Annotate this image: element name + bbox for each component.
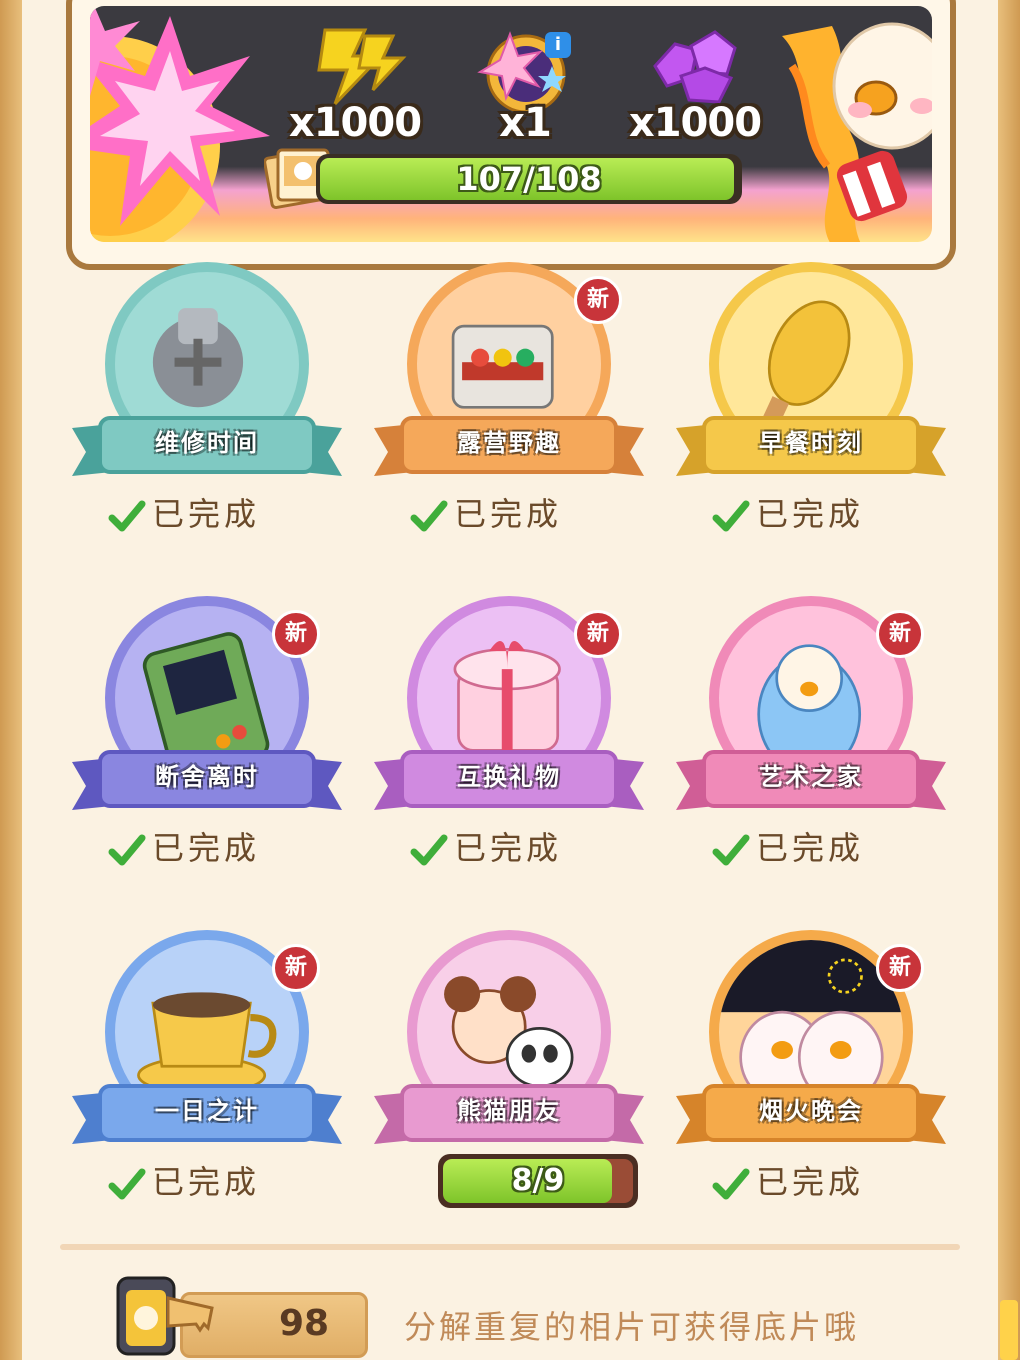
info-icon[interactable]: i [545,32,571,58]
album-card[interactable]: 烟火晚会 新 已完成 [676,930,946,1230]
card-title: 互换礼物 [457,763,561,791]
card-status-text: 已完成 [756,1163,865,1201]
check-icon [108,500,146,532]
duck-mascot-decoration [782,22,932,242]
card-title: 早餐时刻 [759,429,863,457]
film-count: 98 [278,1303,330,1344]
new-badge: 新 [574,610,622,658]
card-title: 一日之计 [155,1097,259,1125]
card-status-text: 已完成 [152,829,261,867]
check-icon [712,1168,750,1200]
check-icon [712,500,750,532]
album-progress-bar: 107/108 [316,154,742,204]
card-status-text: 已完成 [454,829,563,867]
album-card[interactable]: 断舍离时 新 已完成 [72,596,342,896]
check-icon [410,834,448,866]
card-progress-bar: 8/9 [438,1154,638,1208]
card-status-text: 已完成 [152,495,261,533]
album-card[interactable]: 互换礼物 新 已完成 [374,596,644,896]
card-title: 露营野趣 [457,429,561,457]
new-badge: 新 [574,276,622,324]
card-status: 已完成 [410,494,562,534]
decompose-hint: 分解重复的相片可获得底片哦 [404,1308,860,1346]
new-badge: 新 [272,944,320,992]
new-badge: 新 [876,944,924,992]
card-status: 已完成 [108,1162,260,1202]
card-status-text: 已完成 [756,829,865,867]
card-status: 已完成 [712,828,864,868]
reward-gems[interactable]: x1000 [620,26,770,156]
card-status-text: 已完成 [152,1163,261,1201]
card-status: 已完成 [410,828,562,868]
album-card[interactable]: 露营野趣 新 已完成 [374,262,644,562]
card-title: 艺术之家 [759,763,863,791]
card-title: 断舍离时 [155,763,259,791]
album-card[interactable]: 早餐时刻 已完成 [676,262,946,562]
album-card[interactable]: 艺术之家 新 已完成 [676,596,946,896]
frame-right [998,0,1020,1360]
lightning-icon [317,28,407,106]
reward-medal[interactable]: i x1 [450,26,600,156]
album-card[interactable]: 熊猫朋友 8/9 [374,930,644,1230]
reward-count: x1000 [288,100,422,146]
card-status-text: 已完成 [454,495,563,533]
starburst-decoration [90,6,270,242]
album-card[interactable]: 维修时间 已完成 [72,262,342,562]
album-card[interactable]: 一日之计 新 已完成 [72,930,342,1230]
reward-banner-inner: x1000 i x1 x1000 107/108 [90,6,932,242]
reward-count: x1 [499,100,552,146]
card-title: 维修时间 [155,429,259,457]
card-title: 熊猫朋友 [457,1097,561,1125]
check-icon [712,834,750,866]
check-icon [108,834,146,866]
album-progress-text: 107/108 [456,160,602,198]
section-divider [60,1244,960,1250]
card-status: 已完成 [108,494,260,534]
film-roll-icon [116,1276,214,1356]
card-status-text: 已完成 [756,495,865,533]
scroll-handle[interactable] [1000,1300,1018,1360]
card-status: 已完成 [712,494,864,534]
card-status: 已完成 [108,828,260,868]
check-icon [108,1168,146,1200]
check-icon [410,500,448,532]
card-status: 已完成 [712,1162,864,1202]
purple-gem-icon [653,30,737,104]
card-progress-track: 8/9 [443,1159,633,1203]
frame-left [0,0,22,1360]
new-badge: 新 [272,610,320,658]
new-badge: 新 [876,610,924,658]
card-progress-text: 8/9 [511,1163,565,1198]
reward-count: x1000 [628,100,762,146]
reward-banner: x1000 i x1 x1000 107/108 [66,0,956,270]
card-title: 烟火晚会 [759,1097,863,1125]
reward-lightning[interactable]: x1000 [280,26,430,156]
